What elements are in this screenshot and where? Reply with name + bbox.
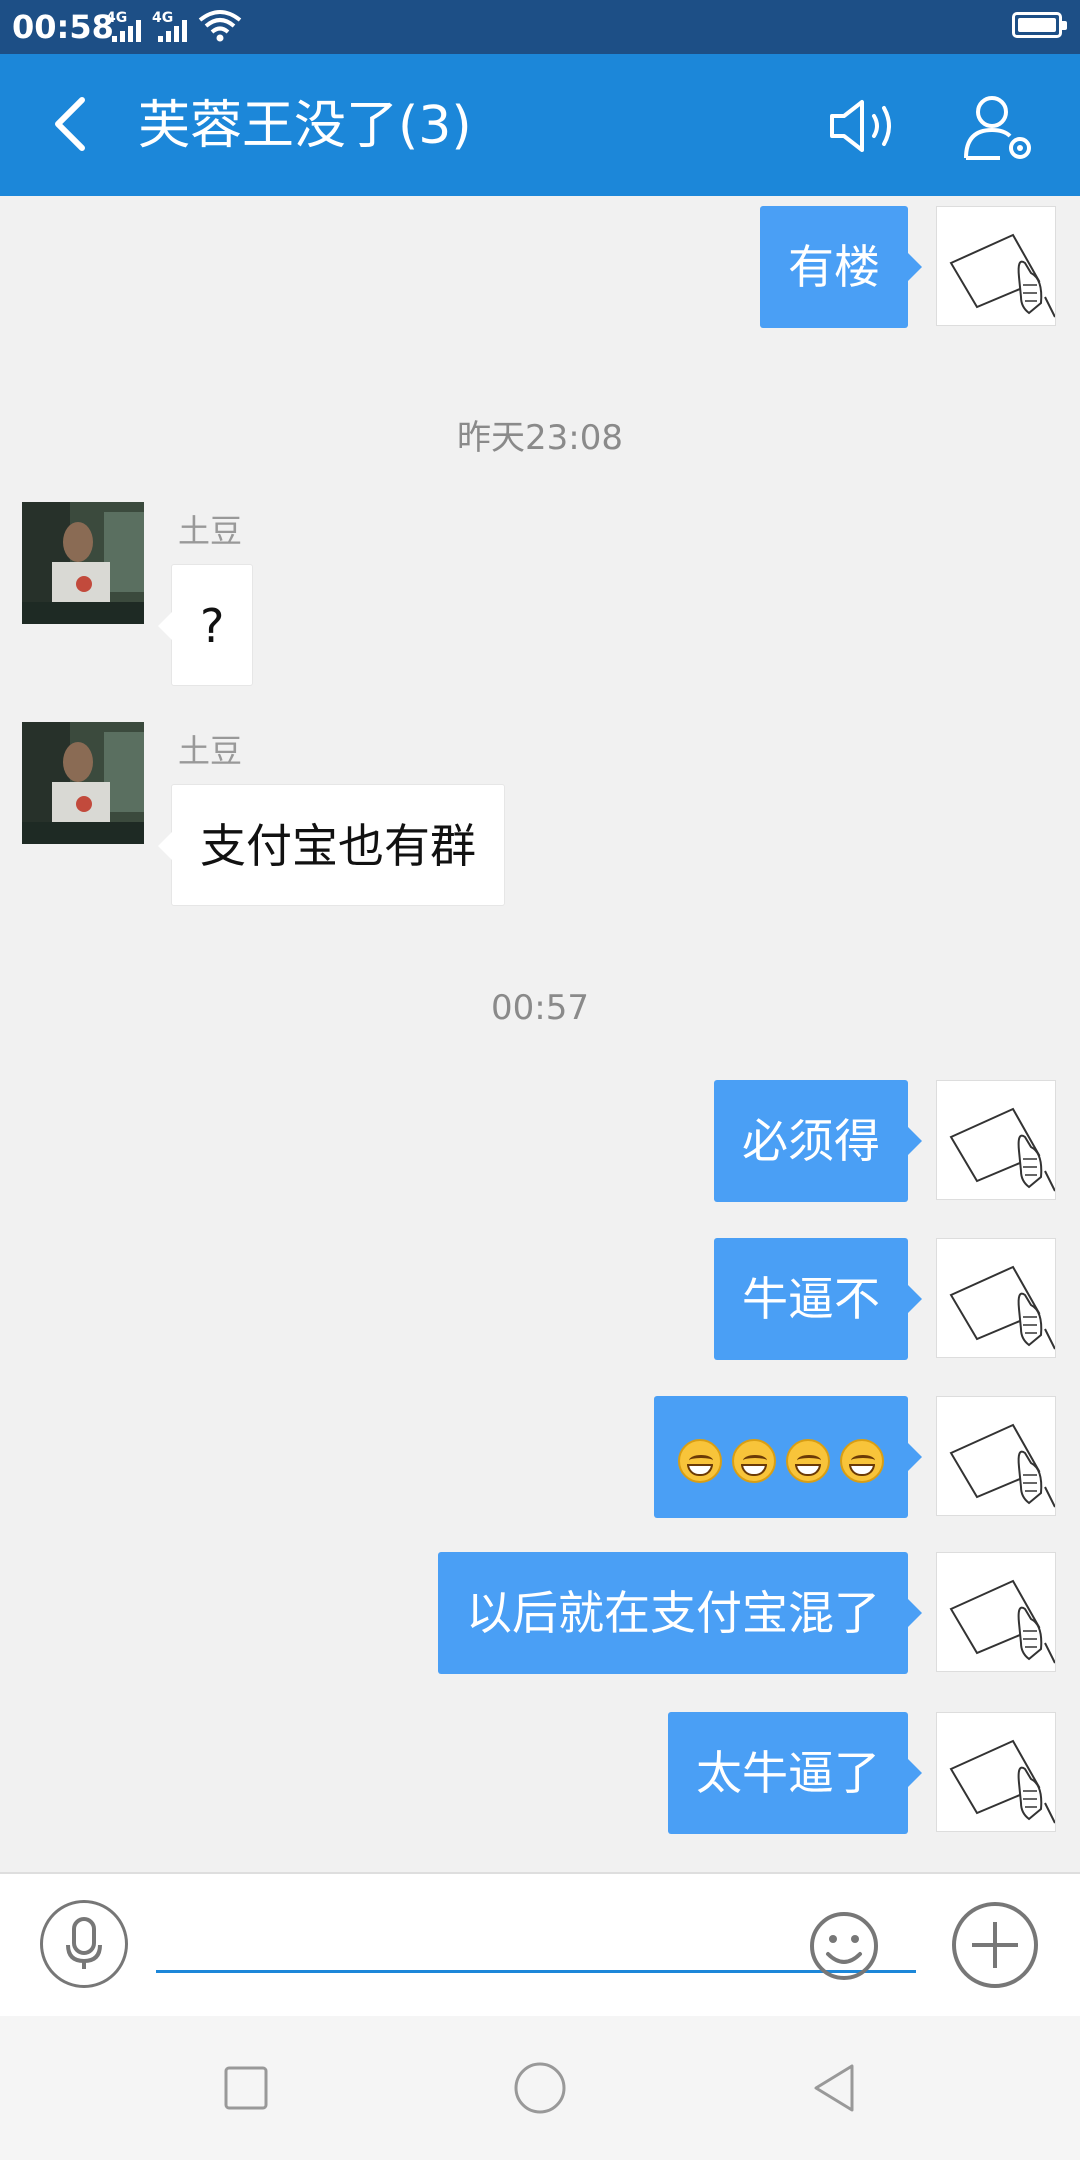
- timestamp: 昨天23:08: [457, 418, 623, 458]
- speaker-icon[interactable]: [828, 94, 908, 158]
- chat-header: 芙蓉王没了(3): [0, 54, 1080, 196]
- avatar[interactable]: [936, 1552, 1056, 1672]
- grin-emoji-icon: [840, 1438, 884, 1483]
- message-bubble[interactable]: 必须得: [714, 1080, 922, 1202]
- microphone-icon: [66, 1917, 102, 1969]
- avatar[interactable]: [22, 502, 144, 624]
- avatar-sketch-image: [949, 1265, 1055, 1350]
- timestamp: 00:57: [491, 988, 589, 1028]
- avatar[interactable]: [22, 722, 144, 844]
- plus-icon[interactable]: [950, 1900, 1040, 1990]
- status-bar: 00:58 4G 4G: [0, 0, 1080, 54]
- home-icon[interactable]: [510, 2058, 570, 2118]
- avatar[interactable]: [936, 1396, 1056, 1516]
- avatar[interactable]: [936, 1080, 1056, 1200]
- avatar-sketch-image: [949, 233, 1055, 318]
- sender-name: 土豆: [178, 732, 243, 770]
- message-bubble[interactable]: 有楼: [760, 206, 922, 328]
- smiley-icon[interactable]: [808, 1910, 880, 1982]
- avatar-photo: [22, 502, 144, 624]
- message-bubble[interactable]: 支付宝也有群: [158, 784, 505, 906]
- message-bubble[interactable]: 牛逼不: [714, 1238, 922, 1360]
- message-input-bar: [0, 1872, 1080, 2016]
- message-bubble[interactable]: 以后就在支付宝混了: [438, 1552, 922, 1674]
- grin-emoji-icon: [786, 1438, 830, 1483]
- avatar-sketch-image: [949, 1579, 1055, 1664]
- recent-apps-icon[interactable]: [216, 2058, 276, 2118]
- status-time: 00:58: [12, 8, 114, 46]
- message-input[interactable]: [156, 1904, 916, 1973]
- grin-emoji-icon: [678, 1438, 722, 1483]
- message-bubble[interactable]: 太牛逼了: [668, 1712, 922, 1834]
- wifi-icon: [198, 10, 242, 42]
- sender-name: 土豆: [178, 512, 243, 550]
- back-icon[interactable]: [44, 94, 104, 154]
- avatar[interactable]: [936, 1238, 1056, 1358]
- avatar[interactable]: [936, 1712, 1056, 1832]
- message-bubble[interactable]: ?: [157, 564, 254, 686]
- grin-emoji-icon: [732, 1438, 776, 1483]
- avatar-sketch-image: [949, 1423, 1055, 1508]
- battery-icon: [1012, 12, 1067, 38]
- message-bubble[interactable]: [654, 1396, 922, 1518]
- system-nav-bar: [0, 2016, 1080, 2160]
- avatar-sketch-image: [949, 1107, 1055, 1192]
- group-settings-icon[interactable]: [960, 92, 1040, 162]
- avatar[interactable]: [936, 206, 1056, 326]
- avatar-sketch-image: [949, 1739, 1055, 1824]
- voice-button[interactable]: [40, 1900, 128, 1988]
- avatar-photo: [22, 722, 144, 844]
- chat-area[interactable]: 有楼 昨天23:08 土豆 ? 土豆 支付宝也有群 00:57 必须得 牛逼不 …: [0, 196, 1080, 1872]
- back-nav-icon[interactable]: [804, 2058, 864, 2118]
- chat-title: 芙蓉王没了(3): [138, 96, 472, 156]
